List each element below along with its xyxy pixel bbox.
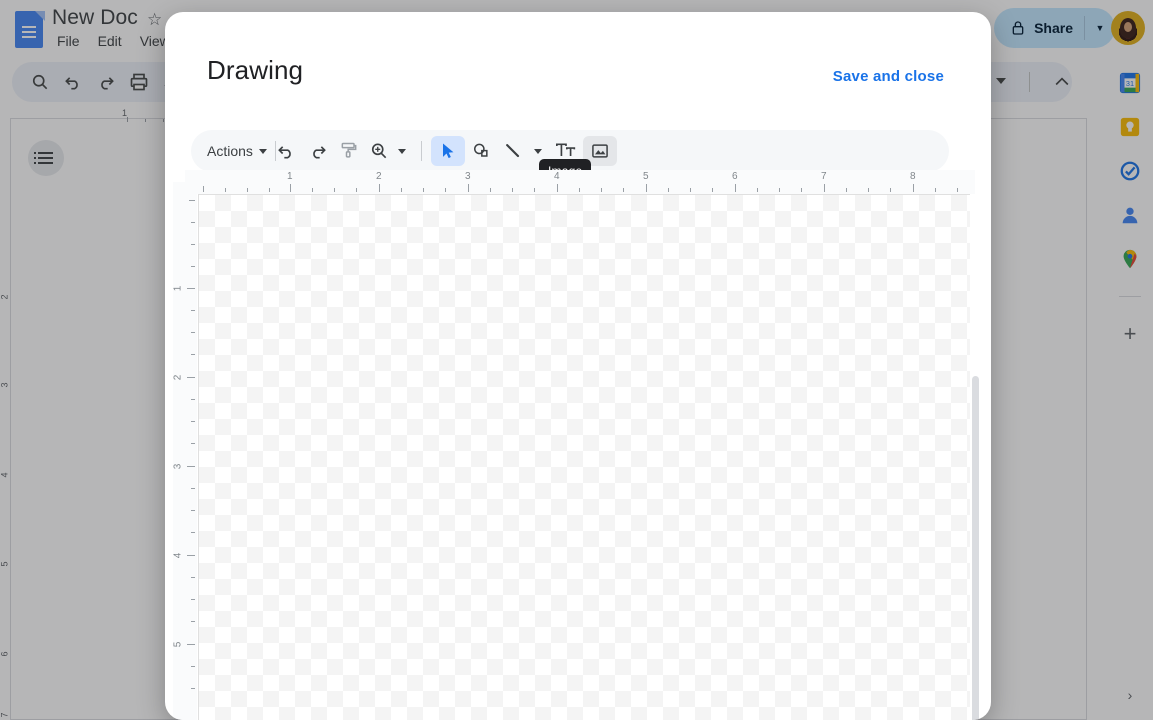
- line-tool-button[interactable]: [497, 136, 529, 166]
- dialog-scrollbar-thumb[interactable]: [972, 376, 979, 720]
- shape-tool-button[interactable]: [464, 136, 498, 166]
- chevron-down-icon: [398, 148, 406, 154]
- dialog-vertical-scrollbar[interactable]: [972, 194, 985, 720]
- shape-tool-icon: [474, 143, 488, 157]
- select-tool-button[interactable]: [431, 136, 465, 166]
- actions-label: Actions: [207, 143, 253, 159]
- chevron-down-icon: [534, 148, 542, 154]
- canvas-vertical-ruler[interactable]: 1 2 3 4 5: [172, 182, 197, 720]
- chevron-down-icon: [258, 148, 267, 154]
- dialog-title: Drawing: [207, 55, 304, 85]
- paint-format-icon: [341, 142, 357, 158]
- line-tool-icon: [506, 144, 520, 158]
- select-tool-icon: [443, 143, 454, 159]
- screen-root: New Doc ☆ ☐ File Edit View: [0, 0, 1153, 720]
- save-and-close-button[interactable]: Save and close: [833, 68, 944, 85]
- canvas-horizontal-ruler[interactable]: 1 2 3 4 5 6 7 8: [185, 170, 975, 194]
- zoom-dropdown-button[interactable]: [391, 136, 413, 166]
- toolbar-divider: [421, 141, 422, 161]
- actions-menu-button[interactable]: Actions: [199, 136, 275, 166]
- paint-format-button[interactable]: [332, 136, 366, 166]
- drawing-canvas[interactable]: [198, 194, 970, 720]
- redo-button[interactable]: [301, 136, 335, 166]
- image-tool-icon: [592, 144, 608, 158]
- zoom-icon: [371, 143, 387, 159]
- undo-button[interactable]: [269, 136, 303, 166]
- undo-icon: [278, 146, 291, 159]
- drawing-dialog: Drawing Save and close Actions 1 2 3 4 5…: [165, 12, 991, 720]
- redo-icon: [313, 146, 326, 159]
- text-box-tool-icon: [556, 143, 576, 156]
